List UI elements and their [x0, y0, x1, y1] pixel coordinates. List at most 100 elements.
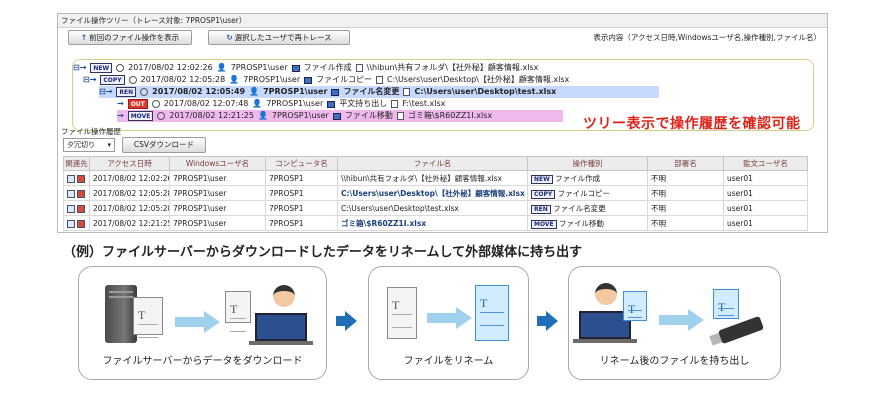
panel-label: ファイルをリネーム — [403, 356, 494, 367]
cell-file: \\hibun\共有フォルダ\【社外秘】顧客情報.xlsx — [337, 170, 528, 186]
back-icon: ↑ — [80, 33, 88, 42]
table-row[interactable]: 2017/08/02 12:02:26 7PROSP1\user 7PROSP1… — [63, 170, 808, 186]
tree-row-operation: 平文持ち出し — [339, 99, 388, 108]
cell-operation: REN ファイル名変更 — [527, 200, 648, 216]
cell-operation: MOVE ファイル移動 — [527, 215, 648, 231]
laptop-icon — [255, 313, 307, 341]
table-row[interactable]: 2017/08/02 12:21:25 7PROSP1\user 7PROSP1… — [63, 215, 808, 231]
tree-row-file: C:\Users\user\Desktop\【社外秘】顧客情報.xlsx — [386, 75, 570, 84]
user-icon: 👤 — [252, 99, 263, 108]
person-icon — [273, 285, 295, 307]
document-icon — [387, 287, 417, 339]
detail-icon[interactable] — [77, 174, 85, 183]
table-header-row: 関連先 アクセス日時 Windowsユーザ名 コンピュータ名 ファイル名 操作種… — [63, 156, 808, 171]
table-row[interactable]: 2017/08/02 12:05:28 7PROSP1\user 7PROSP1… — [63, 200, 808, 216]
tree-row[interactable]: → OUT 2017/08/02 12:07:48 👤 7PROSP1\user 平文持ち… — [117, 98, 449, 110]
file-icon — [391, 100, 399, 108]
cell-kanbun-user: user01 — [723, 170, 808, 186]
tree-row-operation: ファイルコピー — [316, 75, 372, 84]
tree-view-icon[interactable] — [67, 174, 75, 183]
operation-badge: NEW — [90, 63, 113, 73]
clock-icon — [140, 88, 149, 96]
tree-row-time: 2017/08/02 12:05:49 — [152, 87, 246, 96]
tree-row-file: \\hibun\共有フォルダ\【社外秘】顧客情報.xlsx — [366, 63, 539, 72]
tree-row-selected[interactable]: ⊟→ REN 2017/08/02 12:05:49 👤 7PROSP1\user ファイ… — [99, 86, 659, 98]
tree-row-time: 2017/08/02 12:07:48 — [163, 99, 249, 108]
related-icons-cell — [63, 200, 90, 216]
arrow-icon — [175, 311, 221, 333]
column-header[interactable]: 関連先 — [63, 156, 90, 171]
detail-icon[interactable] — [77, 189, 85, 198]
history-filter-select[interactable]: 夕冗切り — [63, 138, 115, 152]
cell-dept: 不明 — [647, 185, 724, 201]
related-icons-cell — [63, 185, 90, 201]
back-button-label: 前回のファイル操作を表示 — [89, 33, 180, 42]
tree-connector-icon: ⊟→ — [83, 75, 97, 84]
tree-row-time: 2017/08/02 12:21:25 — [169, 111, 254, 120]
document-icon — [133, 297, 163, 338]
cell-file: C:\Users\user\Desktop\【社外秘】顧客情報.xlsx — [337, 185, 528, 201]
tree-view-icon[interactable] — [67, 189, 75, 198]
renamed-document-icon — [623, 291, 647, 321]
operation-icon — [304, 77, 313, 84]
document-icon — [225, 291, 251, 332]
cell-operation: COPY ファイルコピー — [527, 185, 648, 201]
cell-kanbun-user: user01 — [723, 215, 808, 231]
show-previous-operation-button[interactable]: ↑ 前回のファイル操作を表示 — [68, 30, 192, 45]
step-arrow-icon — [537, 311, 559, 331]
table-row[interactable]: 2017/08/02 12:05:28 7PROSP1\user 7PROSP1… — [63, 185, 808, 201]
column-header[interactable]: アクセス日時 — [89, 156, 170, 171]
column-header[interactable]: Windowsユーザ名 — [169, 156, 266, 171]
cell-computer: 7PROSP1 — [265, 170, 338, 186]
tree-connector-icon: ⊟→ — [73, 63, 87, 72]
csv-download-button[interactable]: CSVダウンロード — [122, 137, 206, 153]
operation-badge: REN — [531, 204, 551, 214]
tree-row-user: 7PROSP1\user — [243, 75, 301, 84]
operation-badge: REN — [116, 87, 137, 97]
tree-row-file: F:\test.xlsx — [402, 99, 446, 108]
file-operation-window: ファイル操作ツリー（トレース対象: 7PROSP1\user） ↑ 前回のファイル… — [57, 13, 828, 233]
tree-callout-text: ツリー表示で操作履歴を確認可能 — [583, 116, 801, 132]
tree-row-file: C:\Users\user\Desktop\test.xlsx — [414, 87, 557, 96]
tree-row-highlighted[interactable]: → MOVE 2017/08/02 12:21:25 👤 7PROSP1\user ファイ… — [117, 110, 563, 122]
tree-view-icon[interactable] — [67, 219, 75, 228]
renamed-document-icon — [713, 289, 739, 319]
history-label: ファイル操作履歴 — [61, 127, 121, 136]
cell-time: 2017/08/02 12:05:28 — [89, 185, 170, 201]
renamed-document-icon — [475, 285, 509, 341]
operation-icon — [291, 65, 300, 72]
tree-row[interactable]: ⊟→ COPY 2017/08/02 12:05:28 👤 7PROSP1\user ファ… — [83, 74, 573, 86]
operation-badge: MOVE — [127, 111, 154, 121]
tree-connector-icon: → — [117, 99, 124, 108]
panel-label: リネーム後のファイルを持ち出し — [599, 356, 750, 367]
tree-row-operation: ファイル作成 — [303, 63, 352, 72]
tree-connector-icon: ⊟→ — [99, 87, 113, 96]
flow-panel-take-out: リネーム後のファイルを持ち出し — [568, 266, 781, 380]
detail-icon[interactable] — [77, 204, 85, 213]
tree-row[interactable]: ⊟→ NEW 2017/08/02 12:02:26 👤 7PROSP1\user ファイ… — [73, 62, 542, 74]
column-header[interactable]: ファイル名 — [337, 156, 528, 171]
column-header[interactable]: コンピュータ名 — [265, 156, 338, 171]
toolbar: ↑ 前回のファイル操作を表示 ↻ 選択したユーザで再トレース 表示内容（アクセス日時… — [58, 28, 827, 46]
retrace-user-button[interactable]: ↻ 選択したユーザで再トレース — [208, 30, 350, 45]
retrace-button-label: 選択したユーザで再トレース — [234, 33, 332, 42]
flow-panel-download: ファイルサーバーからデータをダウンロード — [78, 266, 327, 380]
cell-time: 2017/08/02 12:05:28 — [89, 200, 170, 216]
tree-view-icon[interactable] — [67, 204, 75, 213]
tree-row-time: 2017/08/02 12:05:28 — [140, 75, 226, 84]
cell-kanbun-user: user01 — [723, 185, 808, 201]
file-icon — [375, 76, 383, 84]
cell-computer: 7PROSP1 — [265, 185, 338, 201]
operation-badge: OUT — [127, 99, 148, 109]
tree-row-file: ゴミ箱\$R60ZZ1I.xlsx — [407, 111, 493, 120]
column-header[interactable]: 部署名 — [647, 156, 724, 171]
cell-kanbun-user: user01 — [723, 200, 808, 216]
cell-dept: 不明 — [647, 215, 724, 231]
operation-badge: NEW — [531, 174, 553, 184]
panel-label: ファイルサーバーからデータをダウンロード — [102, 356, 303, 367]
detail-icon[interactable] — [77, 219, 85, 228]
column-header[interactable]: 監文ユーザ名 — [723, 156, 808, 171]
column-header[interactable]: 操作種別 — [527, 156, 648, 171]
usb-drive-icon — [709, 315, 765, 346]
tree-row-time: 2017/08/02 12:02:26 — [128, 63, 213, 72]
